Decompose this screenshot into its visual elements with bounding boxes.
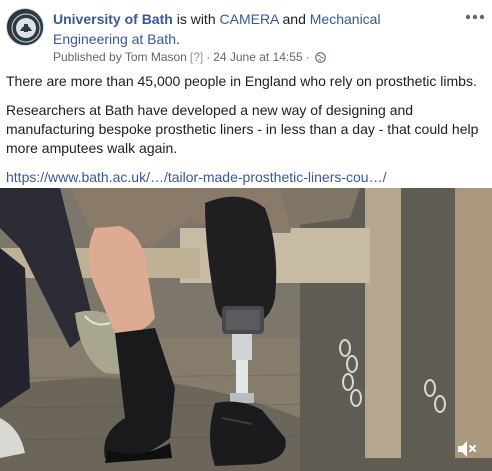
page-name-link[interactable]: University of Bath — [53, 11, 173, 27]
post-header: University of Bath is with CAMERA and Me… — [0, 0, 492, 70]
video-frame — [0, 188, 492, 471]
published-by: Published by Tom Mason — [53, 50, 187, 64]
title-end: . — [175, 31, 180, 47]
meta-separator: · — [206, 50, 211, 64]
globe-icon — [314, 51, 326, 63]
post-meta: Published by Tom Mason [?] · 24 June at … — [53, 50, 326, 64]
post-title: University of Bath is with CAMERA and Me… — [53, 9, 433, 49]
more-options-button[interactable] — [462, 8, 488, 26]
post-paragraph-2: Researchers at Bath have developed a new… — [6, 102, 479, 156]
video-player[interactable] — [0, 188, 492, 471]
tagged-camera-link[interactable]: CAMERA — [220, 11, 279, 27]
more-options-icon — [465, 14, 485, 20]
post-timestamp[interactable]: 24 June at 14:55 — [213, 50, 302, 64]
question-mark-link[interactable]: [?] — [190, 50, 203, 64]
speaker-mute-icon[interactable] — [456, 439, 478, 459]
post-paragraph-1: There are more than 45,000 people in Eng… — [6, 73, 477, 89]
facebook-post: University of Bath is with CAMERA and Me… — [0, 0, 492, 471]
article-link[interactable]: https://www.bath.ac.uk/…/tailor-made-pro… — [6, 168, 486, 187]
post-body: There are more than 45,000 people in Eng… — [6, 72, 486, 187]
page-avatar[interactable] — [6, 8, 44, 46]
meta-separator-2: · — [305, 50, 310, 64]
and-text: and — [282, 11, 306, 27]
with-text: is with — [176, 11, 216, 27]
